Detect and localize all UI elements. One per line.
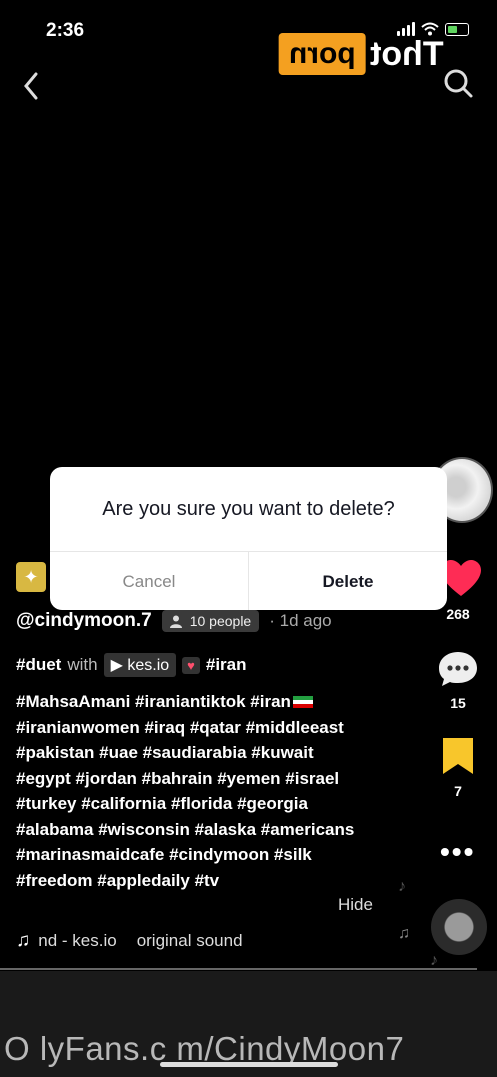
heart-icon[interactable]	[441, 560, 481, 598]
more-icon[interactable]: •••	[440, 836, 475, 868]
username[interactable]: @cindymoon.7	[16, 610, 152, 632]
people-count: 10 people	[189, 613, 252, 629]
time-ago: · 1d ago	[269, 611, 332, 630]
duet-tag[interactable]: #duet	[16, 655, 61, 675]
music-note-icon: ♫	[16, 930, 31, 951]
battery-icon	[445, 22, 469, 36]
play-icon: ▶	[110, 657, 123, 674]
sound-artist: nd - kes.io	[38, 931, 117, 950]
duet-source-chip[interactable]: ▶ kes.io	[103, 653, 177, 677]
video-progress-bar[interactable]	[0, 968, 477, 970]
hashtag-line[interactable]: #pakistan #uae #saudiarabia #kuwait	[16, 740, 416, 766]
person-icon	[169, 615, 182, 628]
hashtag-line[interactable]: #iranianwomen #iraq #qatar #middleeast	[16, 715, 416, 741]
people-badge[interactable]: 10 people	[161, 610, 260, 632]
hashtag-line[interactable]: #alabama #wisconsin #alaska #americans	[16, 817, 416, 843]
hashtag-line[interactable]: #MahsaAmani #iraniantiktok #iran	[16, 689, 416, 715]
cancel-button[interactable]: Cancel	[50, 552, 249, 610]
status-time: 2:36	[46, 20, 85, 41]
dialog-message: Are you sure you want to delete?	[50, 467, 447, 552]
home-indicator	[160, 1062, 338, 1067]
duet-source: kes.io	[127, 657, 170, 674]
with-text: with	[67, 655, 98, 674]
iran-flag-icon	[292, 696, 313, 708]
back-icon[interactable]	[18, 68, 46, 104]
hashtag-line[interactable]: #freedom #appledaily #tv	[16, 868, 416, 894]
music-note-icon: ♫	[398, 925, 410, 942]
hashtag-line[interactable]: #egypt #jordan #bahrain #yemen #israel	[16, 766, 416, 792]
dialog-actions: Cancel Delete	[50, 552, 447, 610]
hashtag-line[interactable]: #marinasmaidcafe #cindymoon #silk	[16, 842, 416, 868]
comment-count: 15	[450, 695, 466, 711]
first-tag[interactable]: #iran	[206, 655, 247, 675]
comment-icon[interactable]	[437, 650, 479, 688]
duet-row: #duet with ▶ kes.io ♥ #iran	[16, 653, 247, 677]
hashtag-line[interactable]: #turkey #california #florida #georgia	[16, 791, 416, 817]
heart-chip-icon: ♥	[182, 656, 200, 674]
sound-title: original sound	[136, 931, 243, 950]
search-icon[interactable]	[441, 66, 475, 100]
bookmark-icon[interactable]	[443, 738, 473, 774]
hide-button[interactable]: Hide	[338, 895, 373, 915]
save-count: 7	[454, 783, 462, 799]
music-disc[interactable]	[431, 899, 487, 955]
watermark-logo: porn Thot	[279, 28, 443, 80]
effect-icon[interactable]: ✦	[16, 562, 46, 592]
delete-dialog: Are you sure you want to delete? Cancel …	[50, 467, 447, 610]
delete-button[interactable]: Delete	[249, 552, 447, 610]
sound-row[interactable]: ♫ nd - kes.io original sound	[16, 930, 243, 952]
watermark-logo-right: Thot	[369, 34, 444, 73]
hashtag-block: #MahsaAmani #iraniantiktok #iran #irania…	[16, 689, 416, 893]
username-row: @cindymoon.7 10 people · 1d ago	[16, 610, 332, 632]
watermark-logo-left: porn	[279, 33, 366, 75]
